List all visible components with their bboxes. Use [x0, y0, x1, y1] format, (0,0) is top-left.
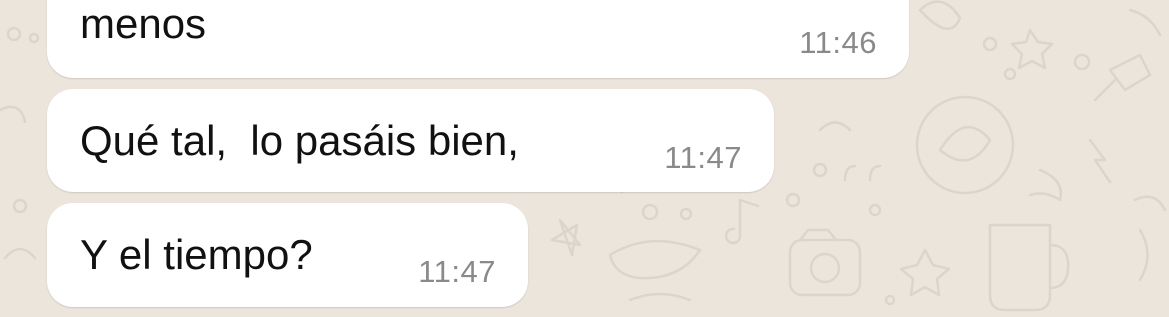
message-bubble[interactable]: Y el tiempo? 11:47	[47, 203, 528, 307]
message-text: Qué tal, lo pasáis bien,	[80, 117, 519, 164]
message-timestamp: 11:46	[799, 25, 877, 60]
message-bubble[interactable]: Qué tal, lo pasáis bien, 11:47	[47, 89, 774, 192]
message-text: menos	[80, 0, 207, 47]
message-text: Y el tiempo?	[80, 231, 313, 278]
message-timestamp: 11:47	[664, 140, 742, 175]
message-timestamp: 11:47	[418, 254, 496, 289]
message-bubble[interactable]: menos 11:46	[47, 0, 909, 78]
